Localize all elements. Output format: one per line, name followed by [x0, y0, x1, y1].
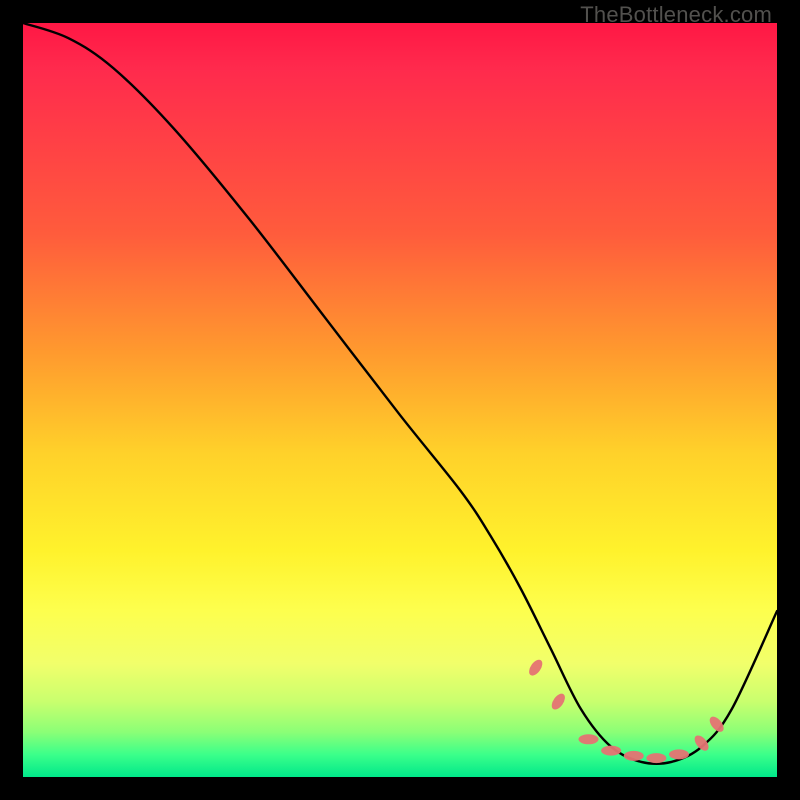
curve-markers [526, 657, 726, 763]
chart-frame: TheBottleneck.com [0, 0, 800, 800]
curve-marker [526, 657, 545, 677]
curve-marker [549, 691, 568, 711]
watermark-text: TheBottleneck.com [580, 2, 772, 28]
curve-marker [692, 733, 711, 753]
curve-path-group [23, 23, 777, 764]
curve-marker [646, 753, 666, 763]
curve-marker [579, 734, 599, 744]
curve-marker [669, 749, 689, 759]
curve-marker [624, 751, 644, 761]
curve-marker [601, 746, 621, 756]
bottleneck-curve-path [23, 23, 777, 764]
bottleneck-curve-svg [23, 23, 777, 777]
plot-area [23, 23, 777, 777]
